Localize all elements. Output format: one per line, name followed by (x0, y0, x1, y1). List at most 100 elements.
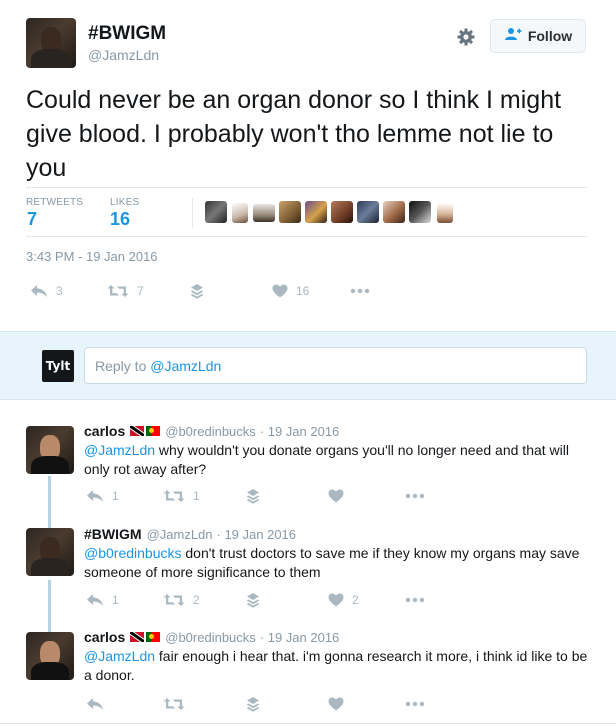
heart-icon (328, 593, 344, 607)
follow-button[interactable]: Follow (490, 19, 586, 53)
heart-icon (272, 284, 288, 298)
reply-author-handle[interactable]: @b0redinbucks (165, 424, 256, 439)
bottom-divider (0, 723, 616, 724)
stack-icon (191, 284, 203, 299)
likers-avatars (205, 201, 460, 225)
liker-avatar[interactable] (205, 201, 227, 223)
retweet-action[interactable] (163, 695, 193, 713)
reply-action[interactable]: 1 (86, 487, 119, 505)
liker-avatar[interactable] (305, 201, 327, 223)
reply-author-name[interactable]: carlos (84, 423, 125, 439)
thread-connector (48, 580, 51, 634)
more-icon (405, 597, 425, 603)
reply-action[interactable] (86, 695, 112, 713)
reply-author-handle[interactable]: @b0redinbucks (165, 630, 256, 645)
reply-header: carlos @b0redinbucks · 19 Jan 2016 (84, 629, 339, 645)
reply-text: @JamzLdn fair enough i hear that. i'm go… (84, 647, 594, 685)
reply-icon (87, 490, 103, 502)
reply-count: 1 (112, 593, 119, 607)
retweet-action[interactable]: 2 (163, 591, 200, 609)
reply-avatar[interactable] (26, 426, 74, 474)
reply-mention[interactable]: @JamzLdn (84, 648, 155, 664)
retweet-icon (163, 594, 185, 606)
tweet-text: Could never be an organ donor so I think… (26, 86, 562, 182)
like-action[interactable]: 16 (272, 282, 309, 300)
more-icon (350, 288, 370, 294)
tt-flag-icon (130, 632, 145, 642)
reply-action[interactable]: 3 (30, 282, 63, 300)
heart-icon (328, 697, 344, 711)
tweet-timestamp[interactable]: 3:43 PM - 19 Jan 2016 (26, 249, 158, 264)
retweet-icon (163, 490, 185, 502)
author-name[interactable]: #BWIGM (88, 23, 166, 45)
liker-avatar[interactable] (232, 203, 248, 223)
follow-label: Follow (527, 28, 573, 44)
reply-body: why wouldn't you donate organs you'll no… (84, 442, 569, 477)
like-action[interactable]: 2 (328, 591, 359, 609)
stack-icon (247, 593, 259, 608)
retweet-icon (163, 698, 185, 710)
reply-text: @b0redinbucks don't trust doctors to sav… (84, 544, 594, 582)
like-count: 16 (296, 284, 310, 298)
stack-action[interactable] (246, 695, 260, 713)
stats-bottom-divider (26, 236, 588, 237)
stack-action[interactable] (190, 282, 204, 300)
thread-connector (48, 476, 51, 530)
liker-avatar[interactable] (279, 201, 301, 223)
stats-separator (192, 198, 193, 228)
retweets-label: RETWEETS (26, 197, 84, 208)
author-avatar[interactable] (26, 18, 76, 68)
reply-mention[interactable]: @b0redinbucks (84, 545, 182, 561)
stack-action[interactable] (246, 487, 260, 505)
reply-icon (87, 698, 103, 710)
retweet-action[interactable]: 1 (163, 487, 200, 505)
like-action[interactable] (328, 695, 352, 713)
reply-author-handle[interactable]: @JamzLdn (147, 527, 213, 542)
reply-count: 3 (56, 284, 63, 298)
reply-author-name[interactable]: #BWIGM (84, 526, 142, 542)
reply-date[interactable]: · 19 Jan 2016 (260, 630, 340, 645)
author-handle[interactable]: @JamzLdn (88, 47, 159, 63)
likes-label: LIKES (110, 197, 140, 208)
pt-flag-icon (146, 632, 161, 642)
reply-mention[interactable]: @JamzLdn (84, 442, 155, 458)
reply-icon (87, 594, 103, 606)
likes-count[interactable]: 16 (110, 209, 130, 230)
liker-avatar[interactable] (409, 201, 431, 223)
retweet-icon (107, 285, 129, 297)
more-action[interactable] (405, 591, 425, 609)
reply-header: carlos @b0redinbucks · 19 Jan 2016 (84, 423, 339, 439)
retweets-count[interactable]: 7 (27, 209, 37, 230)
liker-avatar[interactable] (253, 204, 275, 222)
more-action[interactable] (350, 282, 370, 300)
tt-flag-icon (130, 426, 145, 436)
liker-avatar[interactable] (437, 203, 453, 223)
stack-icon (247, 489, 259, 504)
liker-avatar[interactable] (357, 201, 379, 223)
like-action[interactable] (328, 487, 352, 505)
reply-input[interactable]: Reply to @JamzLdn (84, 347, 587, 384)
pt-flag-icon (146, 426, 161, 436)
retweet-action[interactable]: 7 (107, 282, 144, 300)
reply-placeholder-prefix: Reply to (95, 357, 151, 374)
liker-avatar[interactable] (383, 201, 405, 223)
gear-icon[interactable] (456, 27, 476, 47)
stack-action[interactable] (246, 591, 260, 609)
reply-avatar[interactable] (26, 632, 74, 680)
liker-avatar[interactable] (331, 201, 353, 223)
stats-top-divider (26, 187, 588, 188)
reply-count: 1 (112, 489, 119, 503)
reply-date[interactable]: · 19 Jan 2016 (217, 527, 297, 542)
retweet-count: 1 (193, 489, 200, 503)
reply-author-name[interactable]: carlos (84, 629, 125, 645)
reply-placeholder-handle: @JamzLdn (150, 357, 222, 374)
more-action[interactable] (405, 487, 425, 505)
more-icon (405, 701, 425, 707)
reply-avatar[interactable] (26, 528, 74, 576)
reply-date[interactable]: · 19 Jan 2016 (260, 424, 340, 439)
tylt-logo: Tylt (42, 350, 74, 382)
reply-text: @JamzLdn why wouldn't you donate organs … (84, 441, 594, 479)
more-action[interactable] (405, 695, 425, 713)
like-count: 2 (352, 593, 359, 607)
reply-action[interactable]: 1 (86, 591, 119, 609)
